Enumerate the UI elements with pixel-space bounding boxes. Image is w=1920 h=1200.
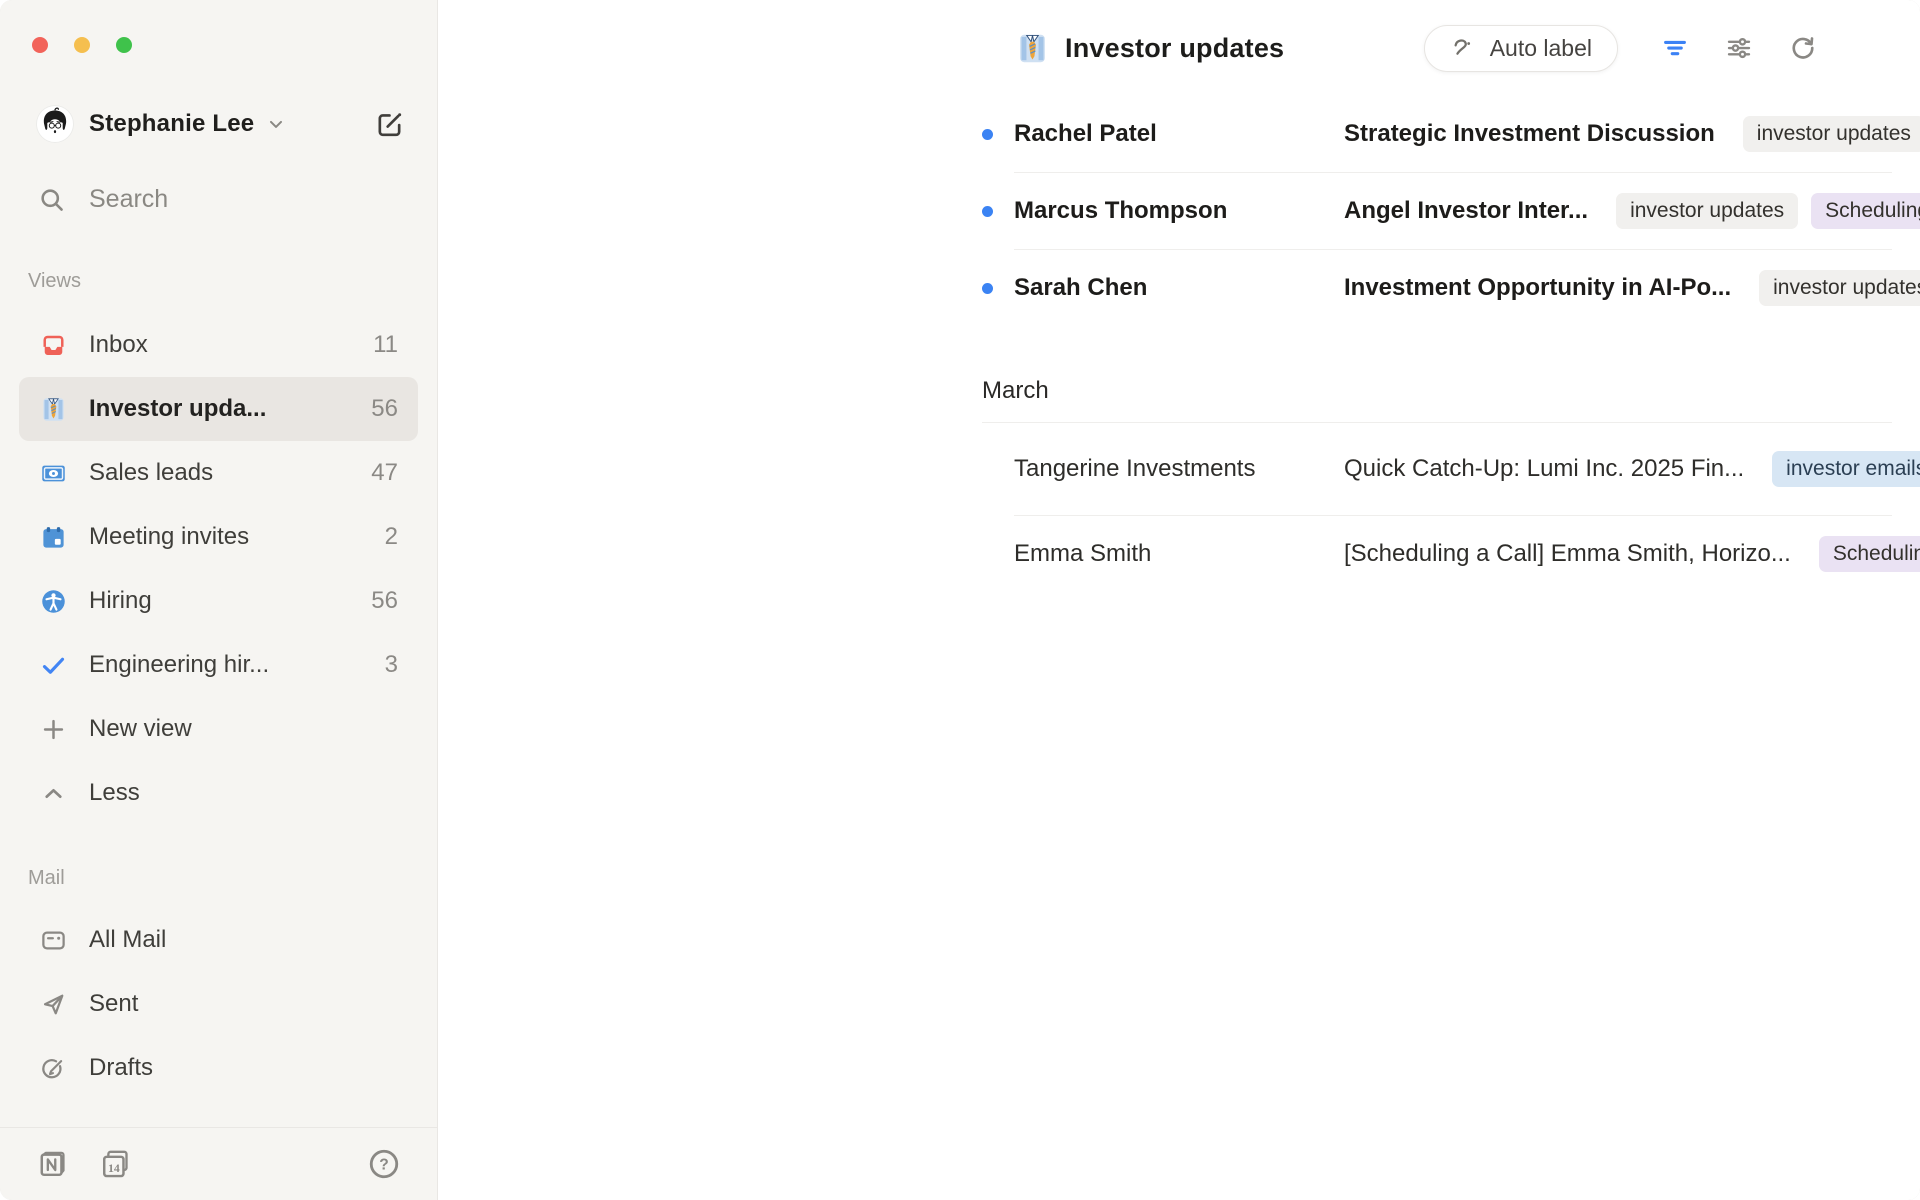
search-placeholder: Search: [89, 185, 168, 214]
chevron-down-icon: [266, 114, 286, 134]
mail-section-label: Mail: [28, 867, 437, 890]
unread-dot: [982, 206, 993, 217]
main-panel: Investor updates Auto label: [438, 0, 1920, 1200]
email-sender: Marcus Thompson: [1014, 197, 1344, 225]
checkmark-icon: [39, 652, 67, 679]
money-icon: [39, 460, 67, 487]
inbox-icon: [39, 332, 67, 359]
account-switcher[interactable]: Stephanie Lee: [36, 105, 404, 143]
sidebar-item-investor-updates[interactable]: Investor upda... 56: [19, 377, 418, 441]
sliders-icon[interactable]: [1724, 33, 1754, 63]
svg-text:?: ?: [379, 1157, 389, 1174]
sidebar-item-sales-leads[interactable]: Sales leads 47: [19, 441, 418, 505]
email-subject: Investment Opportunity in AI-Po...: [1344, 274, 1731, 302]
sidebar-item-all-mail[interactable]: All Mail: [19, 908, 418, 972]
unread-count: 3: [385, 651, 398, 679]
auto-label-button[interactable]: Auto label: [1424, 25, 1618, 72]
email-sender: Sarah Chen: [1014, 274, 1344, 302]
email-sender: Tangerine Investments: [1014, 455, 1344, 483]
views-section-label: Views: [28, 270, 437, 293]
refresh-icon[interactable]: [1788, 33, 1818, 63]
email-subject: Quick Catch-Up: Lumi Inc. 2025 Fin...: [1344, 455, 1744, 483]
close-button[interactable]: [32, 37, 48, 53]
label-chip[interactable]: Scheduling: [1811, 193, 1920, 229]
unread-dot: [982, 129, 993, 140]
svg-text:14: 14: [108, 1160, 120, 1174]
email-tags: investor updates: [1743, 116, 1920, 152]
sidebar-item-hiring[interactable]: Hiring 56: [19, 569, 418, 633]
user-name: Stephanie Lee: [89, 110, 254, 138]
zoom-button[interactable]: [116, 37, 132, 53]
accessibility-icon: [39, 588, 67, 615]
email-sender: Emma Smith: [1014, 540, 1344, 568]
label-chip[interactable]: investor emails: [1772, 451, 1920, 487]
unread-count: 47: [371, 459, 398, 487]
avatar: [36, 105, 74, 143]
all-mail-icon: [39, 927, 67, 954]
unread-count: 2: [385, 523, 398, 551]
notion-logo[interactable]: [36, 1148, 69, 1181]
unread-count: 56: [371, 587, 398, 615]
views-list: Inbox 11 Investor upda... 56: [19, 313, 418, 825]
sidebar-footer: 14 ?: [0, 1127, 437, 1200]
chevron-up-icon: [39, 780, 67, 807]
read-dot-placeholder: [982, 549, 993, 560]
email-tags: Scheduling: [1819, 536, 1920, 572]
email-tags: investor updates Scheduling: [1616, 193, 1920, 229]
app-window: Stephanie Lee Search Views: [0, 0, 1920, 1200]
header-toolbar: [1660, 33, 1818, 63]
new-view-button[interactable]: New view: [19, 697, 418, 761]
compose-icon[interactable]: [375, 110, 404, 139]
mail-list: All Mail Sent Drafts: [19, 908, 418, 1100]
email-tags: investor emails: [1772, 451, 1920, 487]
email-row[interactable]: Sarah Chen Investment Opportunity in AI-…: [438, 250, 1920, 326]
filter-icon[interactable]: [1660, 33, 1690, 63]
email-row[interactable]: Emma Smith [Scheduling a Call] Emma Smit…: [438, 516, 1920, 592]
calendar-icon: [39, 524, 67, 551]
date-group-header: March: [982, 360, 1920, 422]
email-subject: Angel Investor Inter...: [1344, 197, 1588, 225]
auto-label-text: Auto label: [1490, 35, 1592, 62]
read-dot-placeholder: [982, 464, 993, 475]
plus-icon: [39, 716, 67, 743]
window-controls: [0, 0, 437, 53]
unread-count: 11: [373, 331, 398, 359]
label-chip[interactable]: investor updates: [1616, 193, 1798, 229]
notion-calendar-icon[interactable]: 14: [99, 1148, 132, 1181]
label-chip[interactable]: Scheduling: [1819, 536, 1920, 572]
page-title: Investor updates: [1065, 33, 1284, 64]
auto-label-icon: [1450, 35, 1477, 62]
email-row[interactable]: Tangerine Investments Quick Catch-Up: Lu…: [438, 423, 1920, 515]
sent-icon: [39, 991, 67, 1018]
sidebar-item-engineering-hiring[interactable]: Engineering hir... 3: [19, 633, 418, 697]
help-icon[interactable]: ?: [367, 1147, 401, 1181]
email-subject: Strategic Investment Discussion: [1344, 120, 1715, 148]
search-icon: [38, 186, 66, 214]
label-chip[interactable]: investor updates: [1743, 116, 1920, 152]
email-row[interactable]: Rachel Patel Strategic Investment Discus…: [438, 96, 1920, 172]
sidebar-item-drafts[interactable]: Drafts: [19, 1036, 418, 1100]
view-header: Investor updates Auto label: [438, 0, 1920, 96]
unread-dot: [982, 283, 993, 294]
label-chip[interactable]: investor updates: [1759, 270, 1920, 306]
minimize-button[interactable]: [74, 37, 90, 53]
email-tags: investor updates: [1759, 270, 1920, 306]
email-sender: Rachel Patel: [1014, 120, 1344, 148]
email-row[interactable]: Marcus Thompson Angel Investor Inter... …: [438, 173, 1920, 249]
sidebar-item-inbox[interactable]: Inbox 11: [19, 313, 418, 377]
necktie-emoji: [1016, 32, 1049, 65]
search-input[interactable]: Search: [38, 185, 437, 214]
less-button[interactable]: Less: [19, 761, 418, 825]
necktie-icon: [39, 396, 67, 423]
drafts-icon: [39, 1055, 67, 1082]
sidebar: Stephanie Lee Search Views: [0, 0, 438, 1200]
unread-count: 56: [371, 395, 398, 423]
sidebar-item-sent[interactable]: Sent: [19, 972, 418, 1036]
email-subject: [Scheduling a Call] Emma Smith, Horizo..…: [1344, 540, 1791, 568]
sidebar-item-meeting-invites[interactable]: Meeting invites 2: [19, 505, 418, 569]
email-list: Rachel Patel Strategic Investment Discus…: [438, 96, 1920, 592]
